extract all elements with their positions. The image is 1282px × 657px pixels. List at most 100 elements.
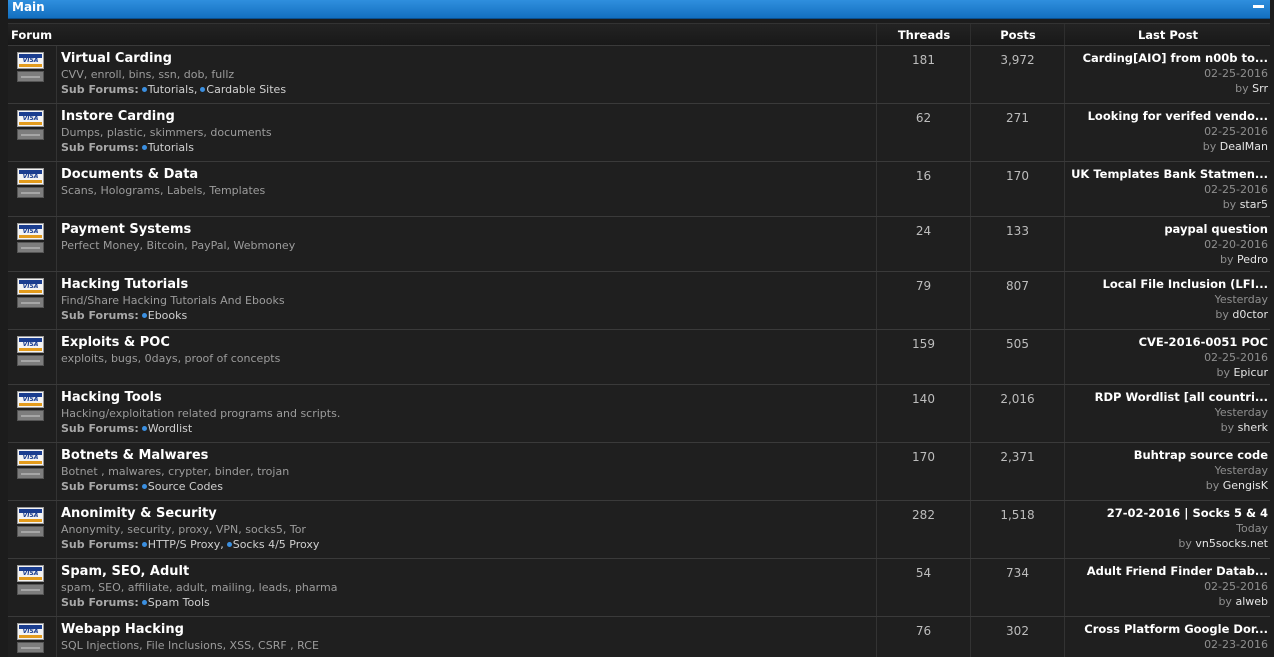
last-post-title-link[interactable]: Adult Friend Finder Datab... bbox=[1065, 559, 1268, 579]
last-post-cell: CVE-2016-0051 POC 02-25-2016 by Epicur bbox=[1064, 330, 1270, 384]
forum-info: Exploits & POC exploits, bugs, 0days, pro… bbox=[61, 334, 871, 366]
by-label: by bbox=[1178, 537, 1192, 550]
last-post-date: Yesterday bbox=[1214, 464, 1268, 477]
credit-card-icon: VISA bbox=[17, 449, 44, 479]
forum-row[interactable]: VISA Exploits & POC exploits, bugs, 0days,… bbox=[8, 329, 1270, 384]
thread-count: 181 bbox=[876, 46, 970, 103]
post-count: 2,016 bbox=[970, 385, 1064, 442]
forum-row[interactable]: VISA Documents & Data Scans, Holograms, La… bbox=[8, 161, 1270, 216]
forum-info: Spam, SEO, Adult spam, SEO, affiliate, ad… bbox=[61, 563, 871, 610]
thread-count: 140 bbox=[876, 385, 970, 442]
sub-forum-link[interactable]: Wordlist bbox=[148, 422, 192, 435]
last-post-cell: Looking for verifed vendo... 02-25-2016 by… bbox=[1064, 104, 1270, 161]
sub-forums-label: Sub Forums: bbox=[61, 422, 139, 435]
last-post-user-link[interactable]: GengisK bbox=[1223, 479, 1268, 492]
forum-row[interactable]: VISA Hacking Tools Hacking/exploitation re… bbox=[8, 384, 1270, 442]
last-post-author: by alweb bbox=[1065, 594, 1268, 610]
last-post-date: Today bbox=[1236, 522, 1268, 535]
forum-row[interactable]: VISA Webapp Hacking SQL Injections, File I… bbox=[8, 616, 1270, 657]
forum-description: Perfect Money, Bitcoin, PayPal, Webmoney bbox=[61, 239, 296, 252]
last-post-user-link[interactable]: alweb bbox=[1235, 595, 1268, 608]
card-text: VISA bbox=[22, 115, 39, 122]
forum-title-link[interactable]: Instore Carding bbox=[61, 108, 871, 125]
last-post-date: 02-25-2016 bbox=[1204, 351, 1268, 364]
forum-title-link[interactable]: Anonimity & Security bbox=[61, 505, 871, 522]
forum-title-link[interactable]: Botnets & Malwares bbox=[61, 447, 871, 464]
forum-title-link[interactable]: Payment Systems bbox=[61, 221, 871, 238]
forum-row[interactable]: VISA Payment Systems Perfect Money, Bitcoi… bbox=[8, 216, 1270, 271]
forum-row[interactable]: VISA Instore Carding Dumps, plastic, skimm… bbox=[8, 103, 1270, 161]
forum-icon-cell: VISA bbox=[8, 617, 57, 657]
sub-forum-link[interactable]: Tutorials bbox=[148, 83, 194, 96]
forum-info: Botnets & Malwares Botnet , malwares, cry… bbox=[61, 447, 871, 494]
post-count: 2,371 bbox=[970, 443, 1064, 500]
forum-icon-cell: VISA bbox=[8, 217, 57, 271]
thread-count: 79 bbox=[876, 272, 970, 329]
sub-forum-link[interactable]: Socks 4/5 Proxy bbox=[233, 538, 320, 551]
last-post-user-link[interactable]: Epicur bbox=[1233, 366, 1268, 379]
post-count: 133 bbox=[970, 217, 1064, 271]
thread-count: 62 bbox=[876, 104, 970, 161]
sub-forums-label: Sub Forums: bbox=[61, 309, 139, 322]
last-post-user-link[interactable]: Srr bbox=[1252, 82, 1268, 95]
sub-forums-label: Sub Forums: bbox=[61, 596, 139, 609]
forum-row[interactable]: VISA Hacking Tutorials Find/Share Hacking … bbox=[8, 271, 1270, 329]
forum-row[interactable]: VISA Spam, SEO, Adult spam, SEO, affiliate… bbox=[8, 558, 1270, 616]
sub-forum-link[interactable]: Ebooks bbox=[148, 309, 188, 322]
last-post-title-link[interactable]: Looking for verifed vendo... bbox=[1065, 104, 1268, 124]
thread-count: 170 bbox=[876, 443, 970, 500]
sub-forum-link[interactable]: Spam Tools bbox=[148, 596, 210, 609]
credit-card-icon: VISA bbox=[17, 52, 44, 82]
last-post-title-link[interactable]: paypal question bbox=[1065, 217, 1268, 237]
forum-title-link[interactable]: Webapp Hacking bbox=[61, 621, 871, 638]
last-post-title-link[interactable]: UK Templates Bank Statmen... bbox=[1065, 162, 1268, 182]
last-post-author: by vn5socks.net bbox=[1065, 536, 1268, 552]
last-post-user-link[interactable]: d0ctor bbox=[1232, 308, 1268, 321]
forum-description: Scans, Holograms, Labels, Templates bbox=[61, 184, 266, 197]
last-post-user-link[interactable]: Pedro bbox=[1237, 253, 1268, 266]
sub-forum-link[interactable]: HTTP/S Proxy bbox=[148, 538, 220, 551]
card-text: VISA bbox=[22, 628, 39, 635]
forum-description: Anonymity, security, proxy, VPN, socks5,… bbox=[61, 523, 306, 536]
by-label: by bbox=[1202, 140, 1217, 153]
sub-forum-link[interactable]: Source Codes bbox=[148, 480, 223, 493]
forum-description: Hacking/exploitation related programs an… bbox=[61, 407, 341, 420]
header-threads: Threads bbox=[876, 24, 971, 46]
last-post-title-link[interactable]: Cross Platform Google Dor... bbox=[1065, 617, 1268, 637]
forum-icon-cell: VISA bbox=[8, 501, 57, 558]
credit-card-icon: VISA bbox=[17, 336, 44, 366]
last-post-cell: Buhtrap source code Yesterday by GengisK bbox=[1064, 443, 1270, 500]
last-post-title-link[interactable]: Local File Inclusion (LFI... bbox=[1065, 272, 1268, 292]
forum-row[interactable]: VISA Botnets & Malwares Botnet , malwares,… bbox=[8, 442, 1270, 500]
bullet-icon bbox=[141, 87, 147, 92]
forum-title-link[interactable]: Exploits & POC bbox=[61, 334, 871, 351]
forum-title-link[interactable]: Documents & Data bbox=[61, 166, 871, 183]
last-post-cell: Local File Inclusion (LFI... Yesterday by … bbox=[1064, 272, 1270, 329]
forum-title-link[interactable]: Spam, SEO, Adult bbox=[61, 563, 871, 580]
forum-title-link[interactable]: Hacking Tutorials bbox=[61, 276, 871, 293]
last-post-user-link[interactable]: sherk bbox=[1238, 421, 1268, 434]
last-post-user-link[interactable]: DealMan bbox=[1220, 140, 1268, 153]
card-text: VISA bbox=[22, 341, 39, 348]
forum-page: Main Forum Threads Posts Last Post VISA V… bbox=[0, 0, 1282, 657]
last-post-title-link[interactable]: CVE-2016-0051 POC bbox=[1065, 330, 1268, 350]
sub-forum-link[interactable]: Cardable Sites bbox=[206, 83, 286, 96]
last-post-user-link[interactable]: star5 bbox=[1240, 198, 1268, 211]
last-post-title-link[interactable]: Carding[AIO] from n00b to... bbox=[1065, 46, 1268, 66]
forum-title-link[interactable]: Virtual Carding bbox=[61, 50, 871, 67]
collapse-icon[interactable] bbox=[1253, 5, 1264, 8]
sub-forum-link[interactable]: Tutorials bbox=[148, 141, 194, 154]
last-post-user-link[interactable]: vn5socks.net bbox=[1195, 537, 1268, 550]
forum-row[interactable]: VISA Anonimity & Security Anonymity, secur… bbox=[8, 500, 1270, 558]
last-post-title-link[interactable]: 27-02-2016 | Socks 5 & 4 bbox=[1065, 501, 1268, 521]
post-count: 1,518 bbox=[970, 501, 1064, 558]
forum-title-link[interactable]: Hacking Tools bbox=[61, 389, 871, 406]
forum-info: Webapp Hacking SQL Injections, File Inclu… bbox=[61, 621, 871, 653]
category-header: Main bbox=[8, 0, 1270, 19]
last-post-title-link[interactable]: Buhtrap source code bbox=[1065, 443, 1268, 463]
thread-count: 24 bbox=[876, 217, 970, 271]
last-post-title-link[interactable]: RDP Wordlist [all countri... bbox=[1065, 385, 1268, 405]
forum-row[interactable]: VISA Virtual Carding CVV, enroll, bins, ss… bbox=[8, 45, 1270, 103]
forum-info: Hacking Tools Hacking/exploitation relate… bbox=[61, 389, 871, 436]
last-post-cell: Adult Friend Finder Datab... 02-25-2016 by… bbox=[1064, 559, 1270, 616]
